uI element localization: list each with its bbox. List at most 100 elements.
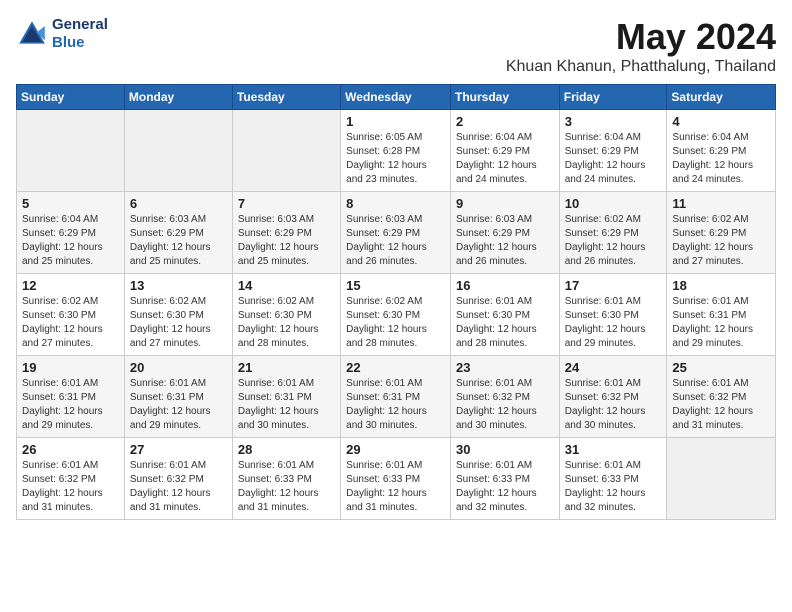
calendar-week-3: 12 Sunrise: 6:02 AM Sunset: 6:30 PM Dayli… (17, 274, 776, 356)
day-info: Sunrise: 6:01 AM Sunset: 6:32 PM Dayligh… (565, 377, 662, 433)
day-number: 28 (238, 442, 335, 457)
calendar-cell: 17 Sunrise: 6:01 AM Sunset: 6:30 PM Dayli… (559, 274, 667, 356)
day-number: 23 (456, 360, 554, 375)
day-info: Sunrise: 6:01 AM Sunset: 6:30 PM Dayligh… (456, 295, 554, 351)
day-number: 13 (130, 278, 227, 293)
calendar-cell: 13 Sunrise: 6:02 AM Sunset: 6:30 PM Dayli… (124, 274, 232, 356)
day-info: Sunrise: 6:02 AM Sunset: 6:30 PM Dayligh… (22, 295, 119, 351)
calendar-week-4: 19Sunrise: 6:01 AM Sunset: 6:31 PM Dayli… (17, 356, 776, 438)
day-info: Sunrise: 6:03 AM Sunset: 6:29 PM Dayligh… (346, 213, 445, 269)
day-number: 9 (456, 196, 554, 211)
day-info: Sunrise: 6:02 AM Sunset: 6:30 PM Dayligh… (130, 295, 227, 351)
day-info: Sunrise: 6:04 AM Sunset: 6:29 PM Dayligh… (456, 131, 554, 187)
day-info: Sunrise: 6:04 AM Sunset: 6:29 PM Dayligh… (22, 213, 119, 269)
weekday-tuesday: Tuesday (232, 85, 340, 110)
day-info: Sunrise: 6:02 AM Sunset: 6:29 PM Dayligh… (672, 213, 770, 269)
day-info: Sunrise: 6:03 AM Sunset: 6:29 PM Dayligh… (238, 213, 335, 269)
day-info: Sunrise: 6:04 AM Sunset: 6:29 PM Dayligh… (565, 131, 662, 187)
month-title: May 2024 (506, 16, 776, 58)
weekday-sunday: Sunday (17, 85, 125, 110)
day-info: Sunrise: 6:02 AM Sunset: 6:30 PM Dayligh… (238, 295, 335, 351)
day-number: 15 (346, 278, 445, 293)
title-block: May 2024 Khuan Khanun, Phatthalung, Thai… (506, 16, 776, 76)
calendar-cell (667, 438, 776, 520)
calendar-cell: 3 Sunrise: 6:04 AM Sunset: 6:29 PM Daylig… (559, 110, 667, 192)
day-info: Sunrise: 6:01 AM Sunset: 6:31 PM Dayligh… (672, 295, 770, 351)
calendar-cell: 15 Sunrise: 6:02 AM Sunset: 6:30 PM Dayli… (341, 274, 451, 356)
weekday-thursday: Thursday (450, 85, 559, 110)
calendar-week-5: 26 Sunrise: 6:01 AM Sunset: 6:32 PM Dayli… (17, 438, 776, 520)
calendar-week-2: 5Sunrise: 6:04 AM Sunset: 6:29 PM Daylig… (17, 192, 776, 274)
logo-text-general: General (52, 16, 108, 34)
weekday-wednesday: Wednesday (341, 85, 451, 110)
day-number: 6 (130, 196, 227, 211)
page-header: General Blue May 2024 Khuan Khanun, Phat… (16, 16, 776, 76)
location-title: Khuan Khanun, Phatthalung, Thailand (506, 58, 776, 76)
calendar-cell: 10Sunrise: 6:02 AM Sunset: 6:29 PM Dayli… (559, 192, 667, 274)
day-number: 30 (456, 442, 554, 457)
day-number: 12 (22, 278, 119, 293)
calendar-cell: 7Sunrise: 6:03 AM Sunset: 6:29 PM Daylig… (232, 192, 340, 274)
day-number: 4 (672, 114, 770, 129)
day-number: 22 (346, 360, 445, 375)
day-info: Sunrise: 6:01 AM Sunset: 6:33 PM Dayligh… (346, 459, 445, 515)
calendar-cell: 25 Sunrise: 6:01 AM Sunset: 6:32 PM Dayli… (667, 356, 776, 438)
day-info: Sunrise: 6:01 AM Sunset: 6:33 PM Dayligh… (565, 459, 662, 515)
calendar-cell: 1 Sunrise: 6:05 AM Sunset: 6:28 PM Daylig… (341, 110, 451, 192)
day-number: 3 (565, 114, 662, 129)
day-info: Sunrise: 6:01 AM Sunset: 6:31 PM Dayligh… (346, 377, 445, 433)
weekday-monday: Monday (124, 85, 232, 110)
weekday-header-row: SundayMondayTuesdayWednesdayThursdayFrid… (17, 85, 776, 110)
calendar-cell: 9 Sunrise: 6:03 AM Sunset: 6:29 PM Daylig… (450, 192, 559, 274)
day-number: 27 (130, 442, 227, 457)
day-number: 20 (130, 360, 227, 375)
calendar-cell: 12 Sunrise: 6:02 AM Sunset: 6:30 PM Dayli… (17, 274, 125, 356)
day-number: 18 (672, 278, 770, 293)
day-number: 25 (672, 360, 770, 375)
day-info: Sunrise: 6:01 AM Sunset: 6:31 PM Dayligh… (22, 377, 119, 433)
day-number: 16 (456, 278, 554, 293)
day-info: Sunrise: 6:01 AM Sunset: 6:32 PM Dayligh… (456, 377, 554, 433)
day-number: 2 (456, 114, 554, 129)
day-number: 11 (672, 196, 770, 211)
day-number: 31 (565, 442, 662, 457)
calendar-cell: 6 Sunrise: 6:03 AM Sunset: 6:29 PM Daylig… (124, 192, 232, 274)
calendar-cell: 20Sunrise: 6:01 AM Sunset: 6:31 PM Dayli… (124, 356, 232, 438)
day-number: 26 (22, 442, 119, 457)
day-info: Sunrise: 6:03 AM Sunset: 6:29 PM Dayligh… (130, 213, 227, 269)
day-info: Sunrise: 6:01 AM Sunset: 6:32 PM Dayligh… (130, 459, 227, 515)
day-number: 14 (238, 278, 335, 293)
day-number: 17 (565, 278, 662, 293)
calendar-cell: 23 Sunrise: 6:01 AM Sunset: 6:32 PM Dayli… (450, 356, 559, 438)
weekday-friday: Friday (559, 85, 667, 110)
logo: General Blue (16, 16, 108, 52)
calendar-cell: 21 Sunrise: 6:01 AM Sunset: 6:31 PM Dayli… (232, 356, 340, 438)
day-info: Sunrise: 6:01 AM Sunset: 6:32 PM Dayligh… (22, 459, 119, 515)
day-number: 24 (565, 360, 662, 375)
calendar-cell: 29Sunrise: 6:01 AM Sunset: 6:33 PM Dayli… (341, 438, 451, 520)
calendar-table: SundayMondayTuesdayWednesdayThursdayFrid… (16, 84, 776, 520)
calendar-cell: 26 Sunrise: 6:01 AM Sunset: 6:32 PM Dayli… (17, 438, 125, 520)
calendar-cell: 24 Sunrise: 6:01 AM Sunset: 6:32 PM Dayli… (559, 356, 667, 438)
day-info: Sunrise: 6:05 AM Sunset: 6:28 PM Dayligh… (346, 131, 445, 187)
calendar-cell (124, 110, 232, 192)
calendar-cell (232, 110, 340, 192)
calendar-week-1: 1 Sunrise: 6:05 AM Sunset: 6:28 PM Daylig… (17, 110, 776, 192)
day-info: Sunrise: 6:01 AM Sunset: 6:30 PM Dayligh… (565, 295, 662, 351)
day-info: Sunrise: 6:01 AM Sunset: 6:32 PM Dayligh… (672, 377, 770, 433)
calendar-cell: 30Sunrise: 6:01 AM Sunset: 6:33 PM Dayli… (450, 438, 559, 520)
calendar-cell: 14 Sunrise: 6:02 AM Sunset: 6:30 PM Dayli… (232, 274, 340, 356)
day-info: Sunrise: 6:03 AM Sunset: 6:29 PM Dayligh… (456, 213, 554, 269)
calendar-cell: 28Sunrise: 6:01 AM Sunset: 6:33 PM Dayli… (232, 438, 340, 520)
calendar-cell (17, 110, 125, 192)
calendar-cell: 2 Sunrise: 6:04 AM Sunset: 6:29 PM Daylig… (450, 110, 559, 192)
logo-text-blue: Blue (52, 34, 108, 52)
day-number: 1 (346, 114, 445, 129)
day-number: 10 (565, 196, 662, 211)
day-info: Sunrise: 6:01 AM Sunset: 6:31 PM Dayligh… (238, 377, 335, 433)
day-info: Sunrise: 6:02 AM Sunset: 6:30 PM Dayligh… (346, 295, 445, 351)
weekday-saturday: Saturday (667, 85, 776, 110)
day-info: Sunrise: 6:04 AM Sunset: 6:29 PM Dayligh… (672, 131, 770, 187)
calendar-cell: 8Sunrise: 6:03 AM Sunset: 6:29 PM Daylig… (341, 192, 451, 274)
day-number: 21 (238, 360, 335, 375)
